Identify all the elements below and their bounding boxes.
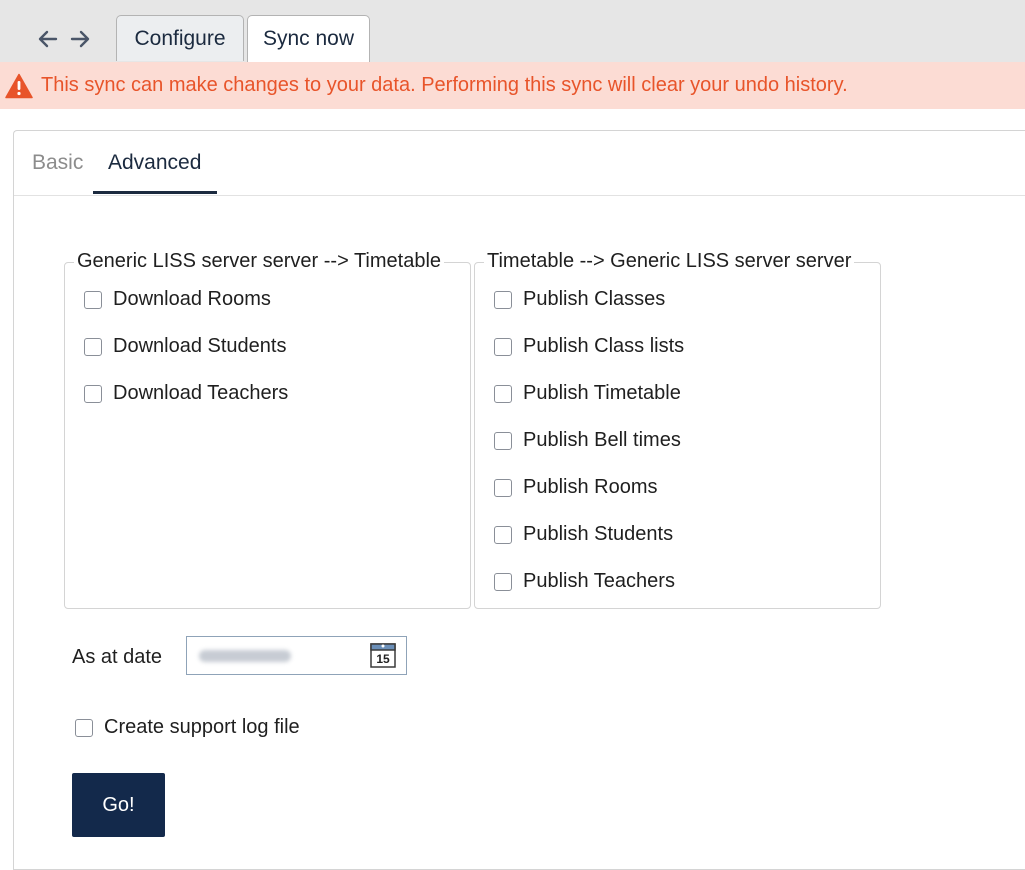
download-group — [64, 262, 471, 609]
publish-students-checkbox[interactable]: Publish Students — [494, 523, 673, 546]
checkbox-box[interactable] — [494, 525, 512, 544]
publish-class-lists-checkbox[interactable]: Publish Class lists — [494, 335, 684, 358]
warning-banner: This sync can make changes to your data.… — [0, 62, 1025, 109]
publish-bell-times-checkbox[interactable]: Publish Bell times — [494, 429, 681, 452]
publish-rooms-checkbox[interactable]: Publish Rooms — [494, 476, 658, 499]
checkbox-label: Download Students — [113, 335, 287, 357]
create-support-log-checkbox[interactable]: Create support log file — [75, 716, 300, 739]
top-bar: Configure Sync now — [0, 0, 1025, 62]
checkbox-box[interactable] — [84, 384, 102, 403]
checkbox-box[interactable] — [75, 718, 93, 737]
support-log-label: Create support log file — [104, 716, 300, 738]
active-subtab-indicator — [93, 191, 217, 194]
as-at-date-label: As at date — [72, 646, 163, 668]
checkbox-label: Publish Teachers — [523, 570, 675, 592]
tab-sync-now[interactable]: Sync now — [247, 15, 370, 62]
checkbox-box[interactable] — [84, 290, 102, 309]
arrow-right-icon[interactable] — [68, 27, 92, 51]
tab-sync-now-label: Sync now — [262, 27, 355, 50]
publish-teachers-checkbox[interactable]: Publish Teachers — [494, 570, 675, 593]
checkbox-label: Publish Students — [523, 523, 674, 545]
publish-timetable-checkbox[interactable]: Publish Timetable — [494, 382, 681, 405]
download-teachers-checkbox[interactable]: Download Teachers — [84, 382, 288, 405]
subtab-advanced[interactable]: Advanced — [108, 151, 201, 175]
checkbox-box[interactable] — [494, 478, 512, 497]
download-rooms-checkbox[interactable]: Download Rooms — [84, 288, 271, 311]
tab-configure[interactable]: Configure — [116, 15, 244, 61]
as-at-date-input[interactable]: 15 — [186, 636, 407, 675]
checkbox-label: Publish Rooms — [523, 476, 658, 498]
checkbox-box[interactable] — [494, 431, 512, 450]
calendar-day: 15 — [376, 652, 390, 666]
checkbox-label: Publish Classes — [523, 288, 666, 310]
tab-configure-label: Configure — [134, 26, 226, 50]
calendar-icon[interactable]: 15 — [369, 641, 397, 669]
download-group-legend: Generic LISS server server --> Timetable — [74, 250, 445, 273]
checkbox-box[interactable] — [494, 384, 512, 403]
checkbox-box[interactable] — [494, 290, 512, 309]
subtab-basic[interactable]: Basic — [32, 151, 83, 175]
checkbox-label: Publish Class lists — [523, 335, 685, 357]
subtab-bar: Basic Advanced — [14, 131, 1025, 196]
arrow-left-icon[interactable] — [36, 27, 60, 51]
checkbox-box[interactable] — [84, 337, 102, 356]
checkbox-label: Download Rooms — [113, 288, 271, 310]
warning-text: This sync can make changes to your data.… — [41, 74, 848, 96]
publish-classes-checkbox[interactable]: Publish Classes — [494, 288, 665, 311]
go-button[interactable]: Go! — [72, 773, 165, 837]
download-students-checkbox[interactable]: Download Students — [84, 335, 286, 358]
checkbox-label: Publish Bell times — [523, 429, 681, 451]
warning-triangle-icon — [5, 73, 33, 99]
checkbox-box[interactable] — [494, 337, 512, 356]
checkbox-label: Publish Timetable — [523, 382, 681, 404]
publish-group-legend: Timetable --> Generic LISS server server — [484, 250, 855, 273]
checkbox-box[interactable] — [494, 572, 512, 591]
checkbox-label: Download Teachers — [113, 382, 289, 404]
redacted-date-value — [199, 650, 291, 662]
